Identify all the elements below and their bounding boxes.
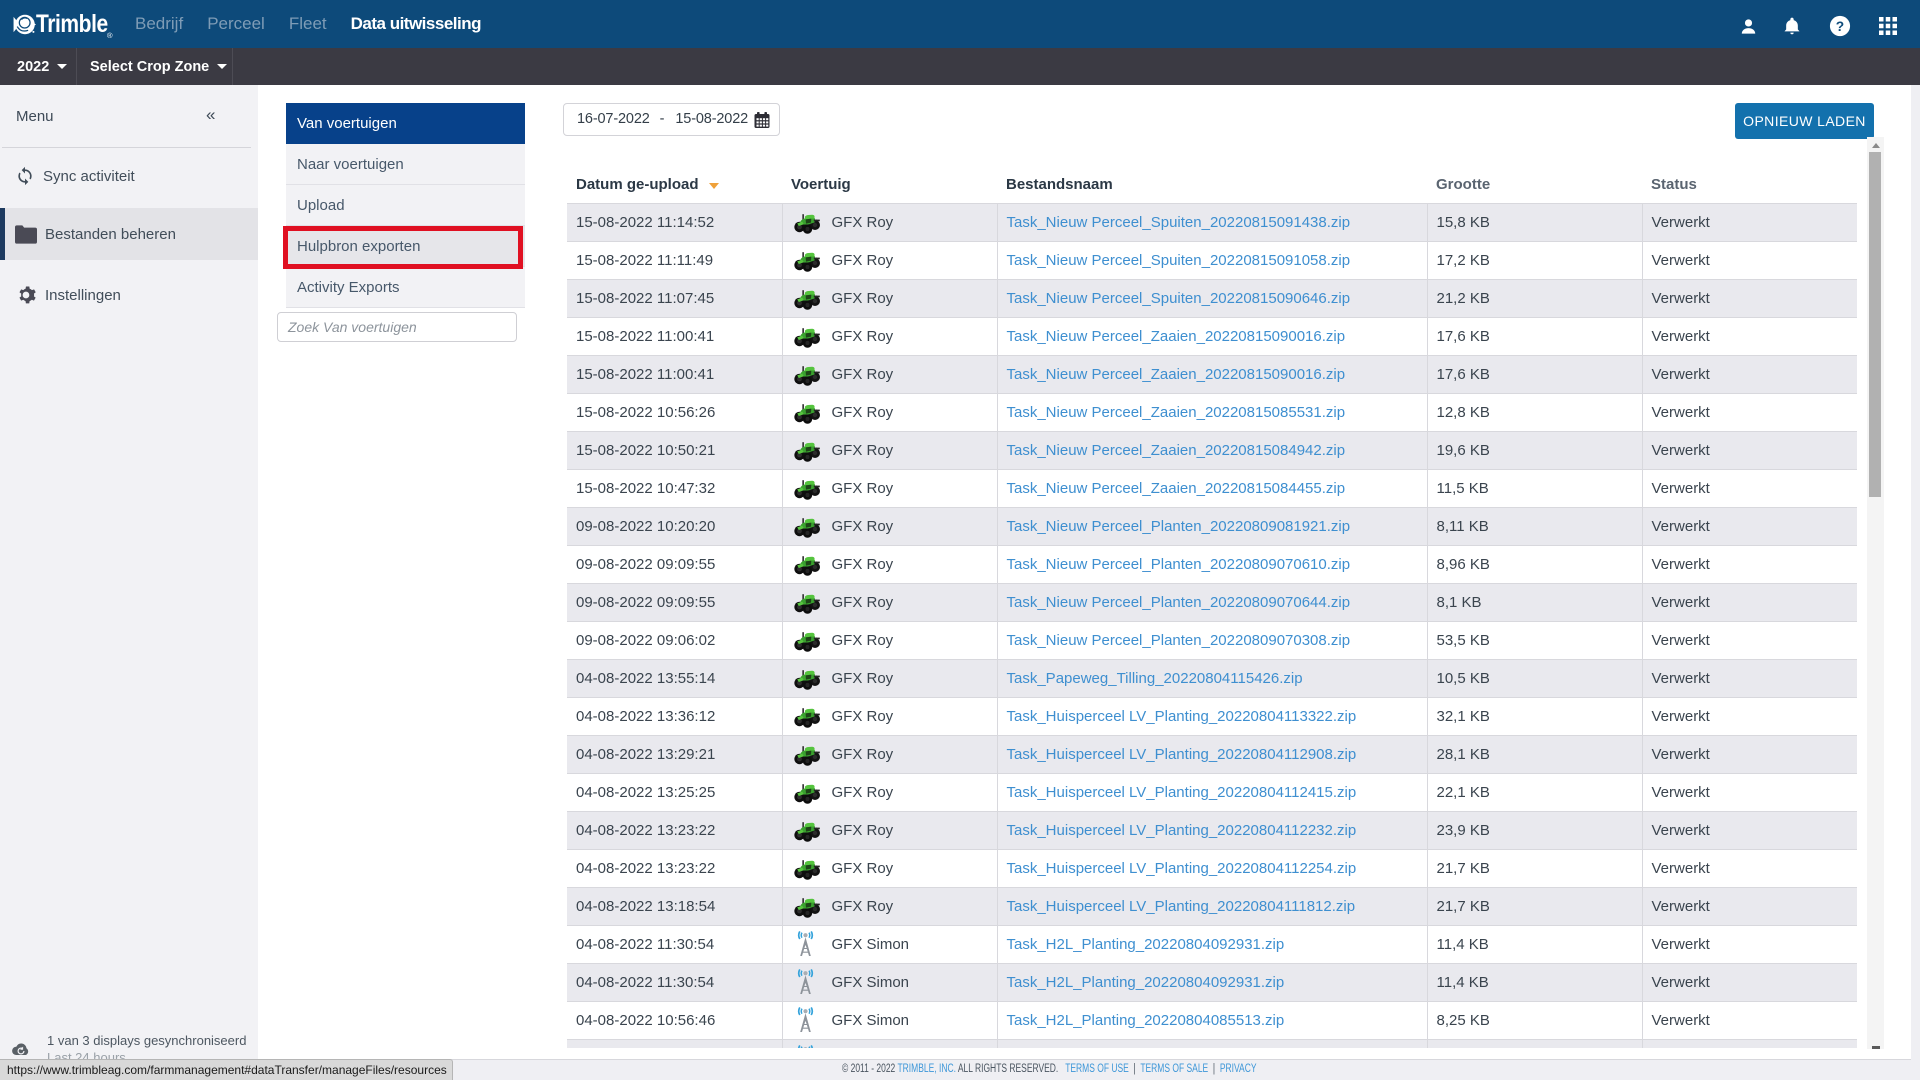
svg-text:?: ? [1836, 19, 1844, 34]
